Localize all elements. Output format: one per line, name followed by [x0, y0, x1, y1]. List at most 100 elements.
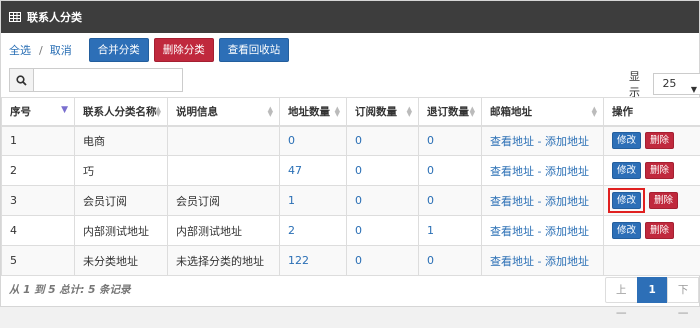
sort-icon: ▲ ▼ — [334, 105, 340, 118]
address-count-link[interactable]: 122 — [288, 254, 309, 267]
cell-id: 3 — [1, 185, 75, 216]
edit-button[interactable]: 修改 — [612, 162, 642, 179]
edit-button[interactable]: 修改 — [612, 222, 642, 239]
subscribed-count-link[interactable]: 0 — [355, 194, 362, 207]
cell-subscribed: 0 — [346, 215, 419, 246]
address-count-link[interactable]: 1 — [288, 194, 295, 207]
unsubscribed-count-link[interactable]: 0 — [427, 164, 434, 177]
cell-email: 查看地址 - 添加地址 — [481, 245, 604, 276]
unsubscribed-count-link[interactable]: 0 — [427, 134, 434, 147]
address-count-link[interactable]: 2 — [288, 224, 295, 237]
cell-name: 巧 — [74, 155, 168, 186]
sort-icon: ▲ ▼ — [155, 105, 161, 118]
cell-subscribed: 0 — [346, 155, 419, 186]
cell-subscribed: 0 — [346, 185, 419, 216]
cell-actions — [603, 245, 700, 276]
edit-button[interactable]: 修改 — [612, 132, 642, 150]
column-header-desc[interactable]: 说明信息 ▲ ▼ — [167, 97, 280, 127]
column-header-address-count[interactable]: 地址数量 ▲ ▼ — [279, 97, 347, 127]
unsubscribed-count-link[interactable]: 0 — [427, 194, 434, 207]
sort-icon: ▲ ▼ — [469, 105, 475, 118]
cell-name: 电商 — [74, 125, 168, 156]
cell-desc: 内部测试地址 — [167, 215, 280, 246]
page-size-label: 显示 — [629, 70, 640, 99]
table-row: 5 未分类地址 未选择分类的地址 122 0 0 查看地址 - 添加地址 — [1, 245, 700, 276]
cell-name: 会员订阅 — [74, 185, 168, 216]
column-header-email[interactable]: 邮箱地址 ▲ ▼ — [481, 97, 604, 127]
page-size-control: 显示 25 ▼ — [629, 68, 700, 100]
toolbar: 全选 / 取消 合并分类 删除分类 查看回收站 — [9, 38, 290, 62]
delete-button[interactable]: 删除 — [645, 222, 675, 239]
view-address-link[interactable]: 查看地址 — [490, 195, 534, 208]
link-separator: - — [534, 224, 545, 238]
cell-unsubscribed: 0 — [418, 155, 482, 186]
next-page-button[interactable]: 下一 — [666, 277, 700, 320]
column-header-unsubscribed[interactable]: 退订数量 ▲ ▼ — [418, 97, 482, 127]
cell-email: 查看地址 - 添加地址 — [481, 125, 604, 156]
cell-desc — [167, 125, 280, 156]
column-header-actions: 操作 — [603, 97, 700, 127]
address-count-link[interactable]: 47 — [288, 164, 302, 177]
add-address-link[interactable]: 添加地址 — [545, 225, 589, 238]
panel-header: 联系人分类 — [1, 1, 699, 33]
pagination: 上一页 1 下一 — [605, 277, 700, 320]
view-address-link[interactable]: 查看地址 — [490, 165, 534, 178]
page-title: 联系人分类 — [27, 11, 82, 24]
delete-button[interactable]: 删除 — [645, 162, 675, 179]
merge-category-button[interactable]: 合并分类 — [88, 38, 149, 62]
cell-unsubscribed: 0 — [418, 185, 482, 216]
cell-name: 内部测试地址 — [74, 215, 168, 246]
column-header-id[interactable]: 序号 ▼ — [1, 97, 75, 127]
sort-icon: ▲ ▼ — [406, 105, 412, 118]
cell-email: 查看地址 - 添加地址 — [481, 215, 604, 246]
unsubscribed-count-link[interactable]: 1 — [427, 224, 434, 237]
search-icon[interactable] — [9, 68, 34, 92]
highlight-box: 修改 — [608, 188, 646, 213]
address-count-link[interactable]: 0 — [288, 134, 295, 147]
view-address-link[interactable]: 查看地址 — [490, 135, 534, 148]
cell-id: 1 — [1, 125, 75, 156]
add-address-link[interactable]: 添加地址 — [545, 165, 589, 178]
cell-address-count: 1 — [279, 185, 347, 216]
prev-page-button[interactable]: 上一页 — [605, 277, 638, 320]
delete-button[interactable]: 删除 — [645, 132, 675, 150]
table-row: 4 内部测试地址 内部测试地址 2 0 1 查看地址 - 添加地址 修改 删除 — [1, 215, 700, 246]
cell-id: 4 — [1, 215, 75, 246]
delete-button[interactable]: 删除 — [649, 192, 679, 209]
toolbar-separator: / — [39, 43, 43, 57]
subscribed-count-link[interactable]: 0 — [355, 224, 362, 237]
cell-id: 5 — [1, 245, 75, 276]
sort-icon: ▲ ▼ — [267, 105, 273, 118]
add-address-link[interactable]: 添加地址 — [545, 135, 589, 148]
view-address-link[interactable]: 查看地址 — [490, 225, 534, 238]
link-separator: - — [534, 134, 545, 148]
cell-subscribed: 0 — [346, 245, 419, 276]
subscribed-count-link[interactable]: 0 — [355, 254, 362, 267]
cell-address-count: 0 — [279, 125, 347, 156]
delete-category-button[interactable]: 删除分类 — [153, 38, 214, 62]
page-size-select[interactable]: 25 ▼ — [653, 73, 700, 95]
record-summary: 从 1 到 5 总计: 5 条记录 — [9, 284, 131, 296]
cell-actions: 修改 删除 — [603, 125, 700, 156]
column-header-name[interactable]: 联系人分类名称 ▲ ▼ — [74, 97, 168, 127]
search-input[interactable] — [34, 68, 183, 92]
link-separator: - — [534, 254, 545, 268]
edit-button[interactable]: 修改 — [612, 192, 642, 209]
select-all-link[interactable]: 全选 — [9, 42, 31, 58]
column-header-subscribed[interactable]: 订阅数量 ▲ ▼ — [346, 97, 419, 127]
add-address-link[interactable]: 添加地址 — [545, 195, 589, 208]
cell-desc: 会员订阅 — [167, 185, 280, 216]
page-1-button[interactable]: 1 — [636, 277, 668, 303]
subscribed-count-link[interactable]: 0 — [355, 134, 362, 147]
cancel-selection-link[interactable]: 取消 — [50, 42, 72, 58]
cell-actions: 修改 删除 — [603, 155, 700, 186]
cell-desc — [167, 155, 280, 186]
view-address-link[interactable]: 查看地址 — [490, 255, 534, 268]
recycle-bin-button[interactable]: 查看回收站 — [218, 38, 290, 62]
unsubscribed-count-link[interactable]: 0 — [427, 254, 434, 267]
link-separator: - — [534, 194, 545, 208]
cell-email: 查看地址 - 添加地址 — [481, 185, 604, 216]
add-address-link[interactable]: 添加地址 — [545, 255, 589, 268]
subscribed-count-link[interactable]: 0 — [355, 164, 362, 177]
page-size-value: 25 — [662, 77, 677, 90]
